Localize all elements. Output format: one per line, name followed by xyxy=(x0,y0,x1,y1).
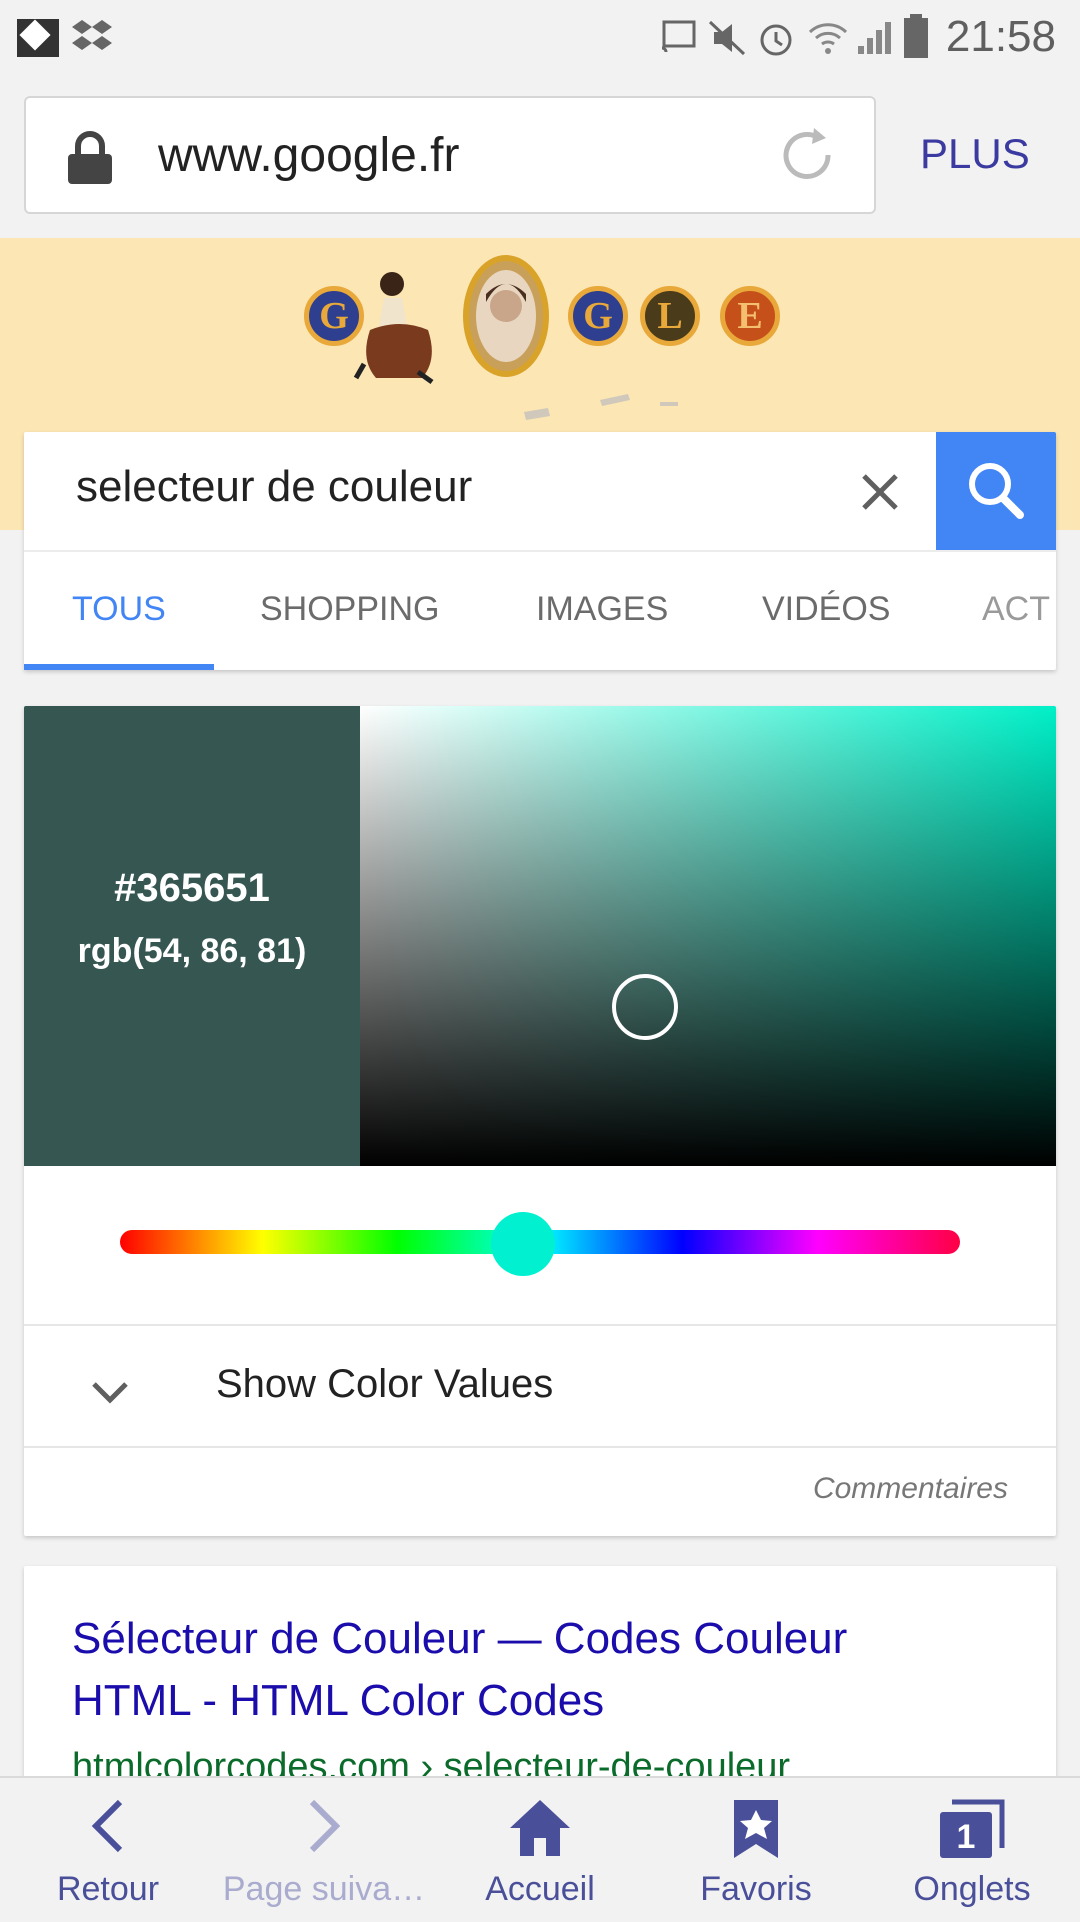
saturation-value-area[interactable] xyxy=(360,706,1056,1166)
bookmark-star-icon xyxy=(734,1800,778,1858)
search-card: selecteur de couleur TOUS SHOPPING IMAGE… xyxy=(24,432,1056,670)
rgb-value: rgb(54, 86, 81) xyxy=(77,932,307,970)
search-input[interactable]: selecteur de couleur xyxy=(76,462,472,512)
tab-images[interactable]: IMAGES xyxy=(536,590,668,629)
doodle-letter: L xyxy=(640,286,700,346)
tab-shopping[interactable]: SHOPPING xyxy=(260,590,439,629)
reload-icon[interactable] xyxy=(774,122,840,188)
nav-home[interactable]: Accueil xyxy=(432,1778,648,1922)
search-icon xyxy=(969,463,1024,519)
divider xyxy=(24,1446,1056,1448)
lock-icon xyxy=(68,131,112,184)
address-bar[interactable]: www.google.fr xyxy=(24,96,876,214)
nav-label: Accueil xyxy=(485,1870,595,1908)
hex-value: #365651 xyxy=(114,866,270,910)
nav-bookmarks[interactable]: Favoris xyxy=(648,1778,864,1922)
nav-back[interactable]: Retour xyxy=(0,1778,216,1922)
tab-tous[interactable]: TOUS xyxy=(72,590,166,629)
hue-slider-handle[interactable] xyxy=(491,1212,556,1276)
wifi-icon xyxy=(808,23,848,54)
clock: 21:58 xyxy=(945,12,1056,61)
signal-icon xyxy=(858,22,891,54)
battery-icon xyxy=(904,14,928,58)
forward-arrow-icon xyxy=(309,1799,341,1853)
nav-label: Favoris xyxy=(700,1870,812,1908)
mute-icon xyxy=(708,20,746,56)
nav-label: Page suiva… xyxy=(222,1870,426,1908)
result-title-link[interactable]: Sélecteur de Couleur — Codes Couleur HTM… xyxy=(72,1608,972,1732)
cast-icon xyxy=(661,20,696,53)
color-picker-card: #365651 rgb(54, 86, 81) Show Color Value… xyxy=(24,706,1056,1536)
doodle-letter: G xyxy=(568,286,628,346)
bottom-navigation: Retour Page suiva… Accueil Favoris 1 Ong… xyxy=(0,1776,1080,1922)
search-button[interactable] xyxy=(936,432,1056,550)
home-icon xyxy=(510,1800,570,1856)
nav-forward[interactable]: Page suiva… xyxy=(216,1778,432,1922)
doodle-letter: E xyxy=(720,286,780,346)
divider xyxy=(24,1324,1056,1326)
saturation-value-handle[interactable] xyxy=(612,974,678,1040)
tab-actualites[interactable]: ACT xyxy=(982,590,1056,629)
nav-tabs[interactable]: 1 Onglets xyxy=(864,1778,1080,1922)
nav-label: Retour xyxy=(56,1870,160,1908)
active-tab-indicator xyxy=(24,664,214,670)
feedback-link[interactable]: Commentaires xyxy=(813,1472,1008,1506)
doodle-portrait-frame-icon xyxy=(463,255,549,377)
doodle-papers-icon xyxy=(524,394,678,420)
url-text[interactable]: www.google.fr xyxy=(158,128,459,183)
tabs-icon: 1 xyxy=(940,1799,1005,1858)
alarm-icon xyxy=(760,24,792,56)
back-arrow-icon xyxy=(91,1799,123,1853)
color-swatch: #365651 rgb(54, 86, 81) xyxy=(24,706,360,1166)
nav-label: Onglets xyxy=(913,1870,1031,1908)
chevron-down-icon[interactable] xyxy=(90,1378,130,1406)
dropbox-icon xyxy=(72,20,112,50)
app-icon xyxy=(17,19,59,57)
doodle-illustration-woman-icon xyxy=(353,272,434,385)
more-menu-button[interactable]: PLUS xyxy=(920,130,1030,178)
show-color-values-toggle[interactable]: Show Color Values xyxy=(216,1362,553,1407)
divider xyxy=(24,550,1056,552)
clear-search-icon[interactable] xyxy=(854,466,906,518)
tab-count-badge: 1 xyxy=(957,1818,976,1856)
tab-videos[interactable]: VIDÉOS xyxy=(762,590,890,629)
status-bar: 21:58 xyxy=(0,0,1080,76)
